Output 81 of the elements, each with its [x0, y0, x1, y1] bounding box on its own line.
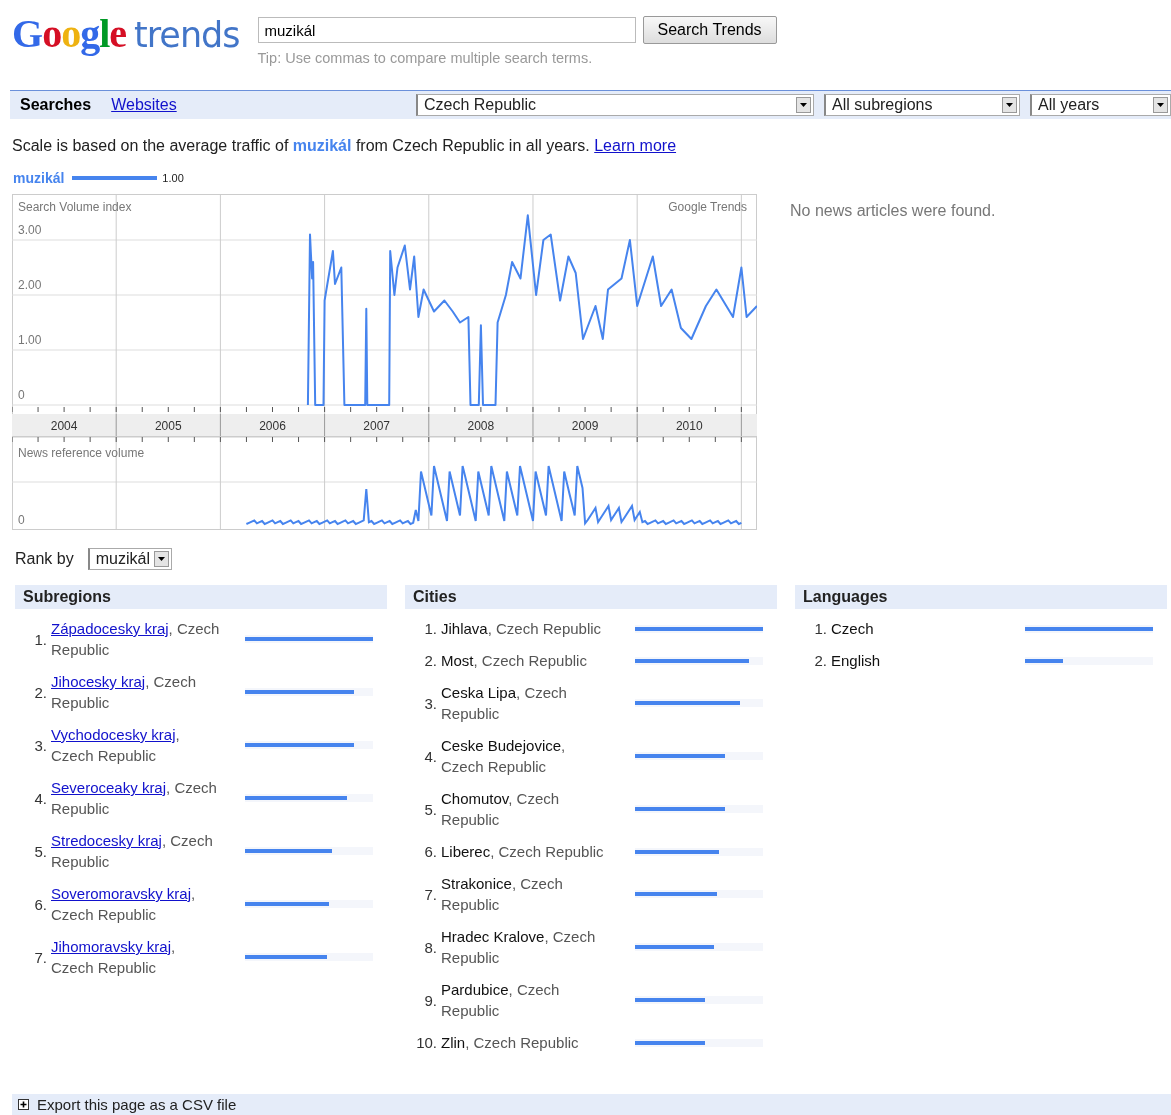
filter-dropdown[interactable]: Czech Republic — [416, 94, 814, 116]
location-name: Jihocesky kraj, Czech Republic — [51, 672, 198, 713]
y-tick-label: 2.00 — [18, 278, 42, 292]
rank-number: 10. — [415, 1034, 438, 1051]
year-label: 2007 — [363, 419, 391, 433]
list-header: Cities — [405, 585, 777, 609]
list-header: Subregions — [15, 585, 387, 609]
legend-value: 1.00 — [162, 172, 184, 184]
rank-number: 8. — [423, 938, 438, 956]
filter-dropdown[interactable]: All years — [1030, 94, 1171, 116]
location-link[interactable]: Jihocesky kraj — [51, 673, 146, 690]
year-label: 2008 — [467, 419, 495, 433]
rank-number: 2. — [33, 683, 48, 701]
chart-title: Search Volume index — [18, 200, 132, 214]
year-label: 2010 — [675, 419, 703, 433]
year-label: 2006 — [259, 419, 286, 433]
location-name: Zlin, Czech Republic — [441, 1033, 580, 1053]
location-name: Chomutov, Czech Republic — [441, 789, 561, 830]
filter-dropdown[interactable]: All subregions — [824, 94, 1020, 116]
news-message: No news articles were found. — [790, 202, 996, 221]
y-tick-label: 1.00 — [18, 333, 42, 347]
location-name: Most, Czech Republic — [441, 651, 588, 671]
year-label: 2005 — [154, 419, 182, 433]
location-name: Liberec, Czech Republic — [441, 842, 605, 862]
expand-plus-icon[interactable] — [18, 1099, 29, 1110]
location-name: Ceske Budejovice, Czech Republic — [441, 736, 567, 777]
location-link[interactable]: Severoceaky kraj — [51, 779, 167, 796]
location-link[interactable]: Stredocesky kraj — [51, 832, 162, 849]
location-name: Czech — [831, 619, 875, 639]
location-name: Pardubice, Czech Republic — [441, 980, 561, 1021]
rank-number: 4. — [33, 789, 48, 807]
news-axis-title: News reference volume — [18, 446, 145, 460]
search-trends-button[interactable]: Search Trends — [642, 16, 777, 44]
rank-number: 7. — [33, 948, 48, 966]
export-link[interactable]: Export this page as a CSV file — [37, 1096, 237, 1113]
year-label: 2009 — [571, 419, 599, 433]
rank-number: 3. — [423, 694, 438, 712]
rank-number: 5. — [423, 800, 438, 818]
rank-number: 2. — [423, 652, 438, 669]
location-name: Západocesky kraj, Czech Republic — [51, 619, 221, 660]
location-link[interactable]: Západocesky kraj — [51, 620, 169, 637]
list-header: Languages — [795, 585, 1167, 609]
rank-number: 1. — [33, 630, 48, 648]
chart-source-label: Google Trends — [668, 200, 747, 214]
rank-by-dropdown[interactable]: muzikál — [87, 548, 172, 570]
rank-number: 1. — [423, 620, 438, 637]
rank-number: 5. — [33, 842, 48, 860]
location-name: Vychodocesky kraj, Czech Republic — [51, 725, 181, 766]
y-tick-label: 3.00 — [18, 223, 42, 237]
location-name: Soveromoravsky kraj, Czech Republic — [51, 884, 197, 925]
location-link[interactable]: Jihomoravsky kraj — [51, 938, 172, 955]
rank-number: 4. — [423, 747, 438, 765]
rank-number: 6. — [33, 895, 48, 913]
rank-number: 2. — [813, 652, 828, 669]
year-label: 2004 — [50, 419, 78, 433]
location-name: Strakonice, Czech Republic — [441, 874, 564, 915]
rank-number: 9. — [423, 991, 438, 1009]
google-trends-logo[interactable]: Google trends — [12, 12, 240, 56]
y-tick-label: 0 — [18, 388, 25, 402]
legend-term: muzikál — [13, 170, 65, 186]
rank-number: 1. — [813, 620, 828, 637]
location-name: Jihomoravsky kraj, Czech Republic — [51, 937, 177, 978]
learn-more-link[interactable]: Learn more — [594, 137, 677, 154]
rank-number: 3. — [33, 736, 48, 754]
search-field[interactable]: muzikál — [257, 17, 636, 43]
scale-note: Scale is based on the average traffic of muzikál from Czech Republic in all years. Learn more — [12, 137, 678, 155]
nav-tab[interactable]: Websites — [111, 96, 177, 114]
y-tick-label: 0 — [18, 513, 25, 527]
rank-by-label: Rank by — [15, 550, 74, 568]
rank-number: 6. — [423, 843, 438, 860]
location-name: Stredocesky kraj, Czech Republic — [51, 831, 214, 872]
nav-tab[interactable]: Searches — [20, 96, 92, 114]
location-name: English — [831, 651, 882, 671]
location-name: Severoceaky kraj, Czech Republic — [51, 778, 218, 819]
location-link[interactable]: Vychodocesky kraj — [51, 726, 176, 743]
location-link[interactable]: Soveromoravsky kraj — [51, 885, 192, 902]
location-name: Jihlava, Czech Republic — [441, 619, 603, 639]
location-name: Hradec Kralove, Czech Republic — [441, 927, 597, 968]
search-tip: Tip: Use commas to compare multiple search terms. — [257, 50, 594, 66]
rank-number: 7. — [423, 885, 438, 903]
location-name: Ceska Lipa, Czech Republic — [441, 683, 568, 724]
